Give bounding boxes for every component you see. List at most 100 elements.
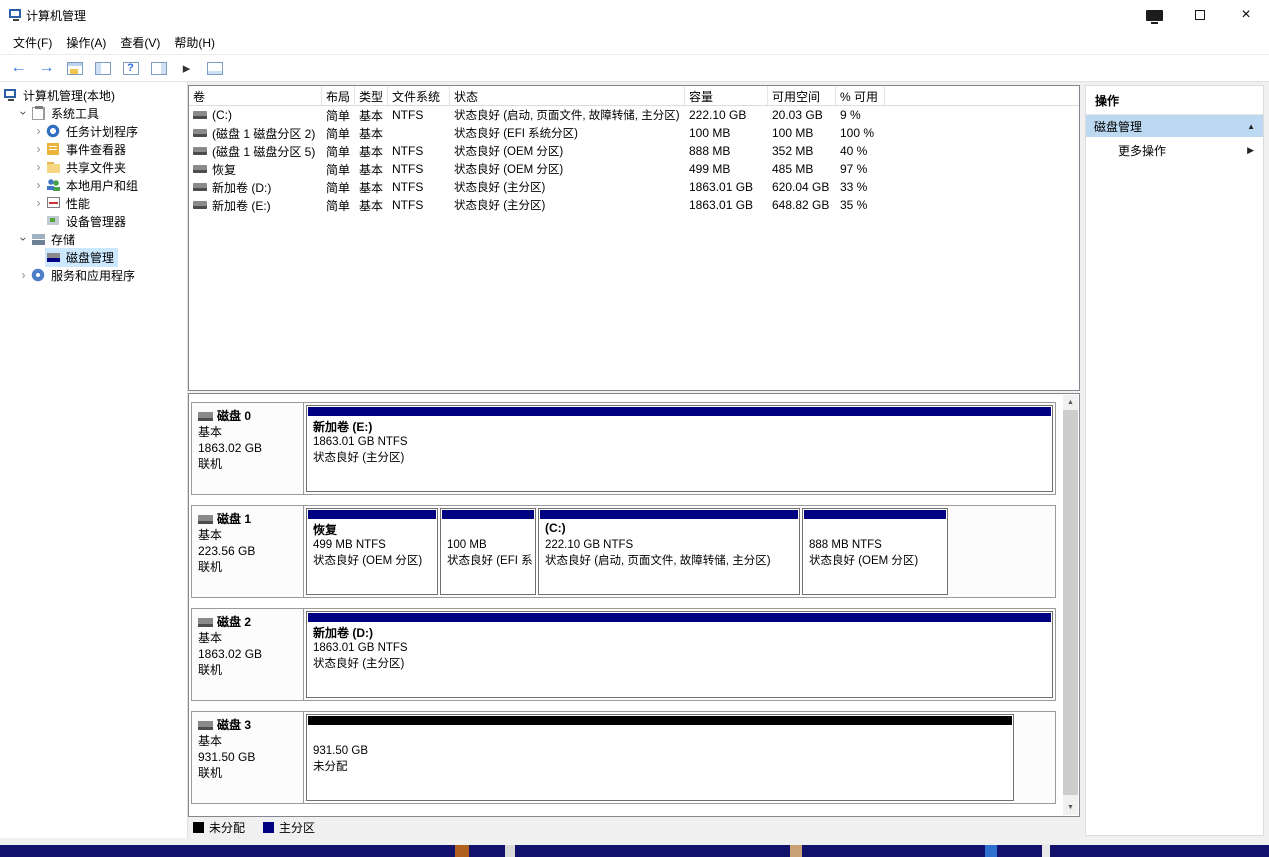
panel-button[interactable]	[202, 56, 227, 80]
app-icon	[8, 8, 24, 22]
tree-item-label: 事件查看器	[66, 141, 126, 158]
more-actions[interactable]: 更多操作 ▶	[1086, 137, 1263, 163]
partition-block[interactable]: 888 MB NTFS状态良好 (OEM 分区)	[802, 508, 948, 595]
volume-icon	[193, 147, 207, 155]
twisty-icon[interactable]: ›	[17, 107, 31, 120]
column-header-2[interactable]: 类型	[355, 86, 388, 105]
disk-icon	[198, 618, 213, 627]
collapse-chevron-icon[interactable]: ▲	[1247, 122, 1255, 131]
volume-row-0[interactable]: (C:)简单基本NTFS状态良好 (启动, 页面文件, 故障转储, 主分区)22…	[189, 106, 1079, 124]
tree-item-disk-management[interactable]: ›磁盘管理	[0, 248, 187, 266]
twisty-icon[interactable]: ›	[32, 124, 45, 138]
disk-header[interactable]: 磁盘 2基本1863.02 GB联机	[192, 609, 304, 700]
volume-row-1[interactable]: (磁盘 1 磁盘分区 2)简单基本状态良好 (EFI 系统分区)100 MB10…	[189, 124, 1079, 142]
tree-item-label: 设备管理器	[66, 213, 126, 230]
volume-row-4[interactable]: 新加卷 (D:)简单基本NTFS状态良好 (主分区)1863.01 GB620.…	[189, 178, 1079, 196]
twisty-icon[interactable]: ›	[32, 142, 45, 156]
partition-block[interactable]: 恢复499 MB NTFS状态良好 (OEM 分区)	[306, 508, 438, 595]
disk-icon	[198, 515, 213, 524]
menu-file[interactable]: 文件(F)	[6, 31, 59, 54]
partition-block[interactable]: 新加卷 (D:)1863.01 GB NTFS状态良好 (主分区)	[306, 611, 1053, 698]
titlebar: 计算机管理 ×	[0, 0, 1269, 30]
partition-block[interactable]: 新加卷 (E:)1863.01 GB NTFS状态良好 (主分区)	[306, 405, 1053, 492]
disk-header[interactable]: 磁盘 3基本931.50 GB联机	[192, 712, 304, 803]
tree-item-performance[interactable]: › 性能	[0, 194, 187, 212]
task-scheduler-icon	[46, 124, 62, 138]
menu-view[interactable]: 查看(V)	[113, 31, 167, 54]
actions-pane: 操作 磁盘管理 ▲ 更多操作 ▶	[1085, 85, 1264, 836]
tree-item-label: 性能	[66, 195, 90, 212]
scroll-thumb[interactable]	[1063, 410, 1078, 795]
twisty-icon[interactable]: ›	[32, 160, 45, 174]
performance-icon	[46, 196, 62, 210]
close-button[interactable]: ×	[1223, 0, 1269, 30]
partition-block[interactable]: 931.50 GB未分配	[306, 714, 1014, 801]
partition-color-strip	[442, 510, 534, 519]
tree-item-local-users-groups[interactable]: ›本地用户和组	[0, 176, 187, 194]
show-console-tree-button[interactable]	[90, 56, 115, 80]
menu-help[interactable]: 帮助(H)	[167, 31, 222, 54]
vertical-scrollbar[interactable]: ▲ ▼	[1063, 395, 1078, 815]
tree-item-system-tools[interactable]: ›系统工具	[0, 104, 187, 122]
volume-icon	[193, 183, 207, 191]
cell-volume: 新加卷 (E:)	[189, 197, 322, 214]
partition-block[interactable]: (C:)222.10 GB NTFS状态良好 (启动, 页面文件, 故障转储, …	[538, 508, 800, 595]
tree-item-shared-folders[interactable]: › 共享文件夹	[0, 158, 187, 176]
tree-item-label: 计算机管理(本地)	[23, 87, 115, 104]
scroll-up-icon[interactable]: ▲	[1063, 395, 1078, 410]
tree-item-storage[interactable]: ›存储	[0, 230, 187, 248]
tree-item-computer-management[interactable]: ›计算机管理(本地)	[0, 86, 187, 104]
volume-row-3[interactable]: 恢复简单基本NTFS状态良好 (OEM 分区)499 MB485 MB97 %	[189, 160, 1079, 178]
show-action-pane-button[interactable]	[146, 56, 171, 80]
partition-name	[803, 519, 947, 537]
tree-item-services-apps[interactable]: ›服务和应用程序	[0, 266, 187, 284]
column-header-6[interactable]: 可用空间	[768, 86, 836, 105]
disk-header[interactable]: 磁盘 0基本1863.02 GB联机	[192, 403, 304, 494]
actions-title: 操作	[1086, 86, 1263, 115]
bottom-gap	[0, 838, 1269, 845]
twisty-icon[interactable]: ›	[17, 233, 31, 246]
cell-status: 状态良好 (主分区)	[450, 197, 685, 213]
back-button[interactable]	[6, 56, 31, 80]
menu-action[interactable]: 操作(A)	[59, 31, 113, 54]
tree-item-event-viewer[interactable]: › 事件查看器	[0, 140, 187, 158]
scroll-down-icon[interactable]: ▼	[1063, 800, 1078, 815]
cell-volume: (磁盘 1 磁盘分区 2)	[189, 125, 322, 142]
cell-percent-free: 97 %	[836, 162, 885, 176]
services-icon	[31, 268, 47, 282]
tree-item-label: 共享文件夹	[66, 159, 126, 176]
twisty-icon[interactable]: ›	[17, 268, 30, 282]
help-button[interactable]	[118, 56, 143, 80]
more-actions-label: 更多操作	[1118, 142, 1166, 159]
tree-item-task-scheduler[interactable]: ›任务计划程序	[0, 122, 187, 140]
cell-percent-free: 40 %	[836, 144, 885, 158]
disk-status: 联机	[198, 456, 297, 472]
column-header-3[interactable]: 文件系统	[388, 86, 450, 105]
twisty-icon[interactable]: ›	[32, 196, 45, 210]
console-window-button[interactable]	[62, 56, 87, 80]
minimize-button[interactable]	[1131, 0, 1177, 30]
actions-section-disk-management[interactable]: 磁盘管理 ▲	[1086, 115, 1263, 137]
cell-capacity: 100 MB	[685, 126, 768, 140]
disk-row-3: 磁盘 3基本931.50 GB联机931.50 GB未分配	[191, 711, 1056, 804]
cell-status: 状态良好 (OEM 分区)	[450, 161, 685, 177]
column-header-4[interactable]: 状态	[450, 86, 685, 105]
forward-button[interactable]	[34, 56, 59, 80]
tree-item-device-manager[interactable]: ›设备管理器	[0, 212, 187, 230]
volume-row-2[interactable]: (磁盘 1 磁盘分区 5)简单基本NTFS状态良好 (OEM 分区)888 MB…	[189, 142, 1079, 160]
column-header-0[interactable]: 卷	[189, 86, 322, 105]
computer-icon	[3, 88, 19, 102]
volume-row-5[interactable]: 新加卷 (E:)简单基本NTFS状态良好 (主分区)1863.01 GB648.…	[189, 196, 1079, 214]
disk-header[interactable]: 磁盘 1基本223.56 GB联机	[192, 506, 304, 597]
partition-status-line: 状态良好 (OEM 分区)	[307, 553, 437, 569]
column-header-5[interactable]: 容量	[685, 86, 768, 105]
cell-filesystem: NTFS	[388, 180, 450, 194]
export-arrow-button[interactable]	[174, 56, 199, 80]
partition-color-strip	[308, 716, 1012, 725]
partition-block[interactable]: 100 MB状态良好 (EFI 系	[440, 508, 536, 595]
cell-status: 状态良好 (EFI 系统分区)	[450, 125, 685, 141]
column-header-7[interactable]: % 可用	[836, 86, 885, 105]
twisty-icon[interactable]: ›	[32, 178, 45, 192]
maximize-button[interactable]	[1177, 0, 1223, 30]
column-header-1[interactable]: 布局	[322, 86, 355, 105]
